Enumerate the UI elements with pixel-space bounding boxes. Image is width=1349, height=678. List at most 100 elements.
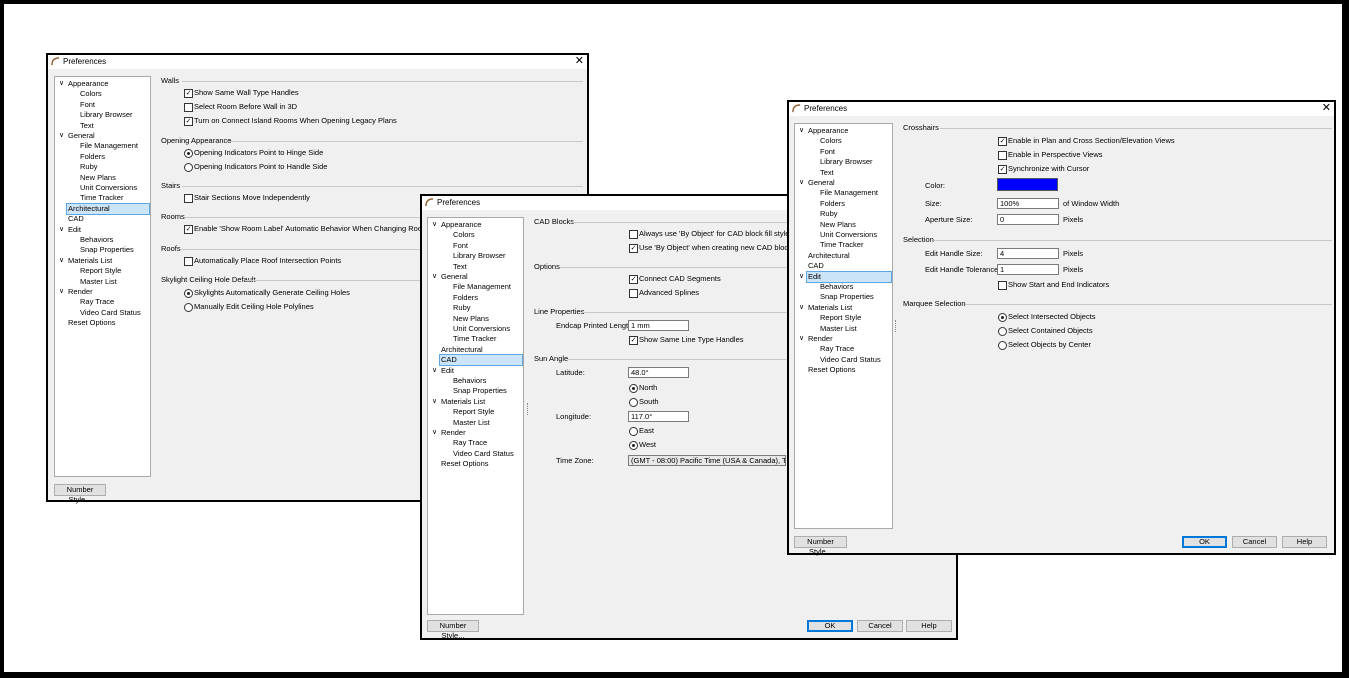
ok-button[interactable]: OK: [807, 620, 853, 632]
title-bar[interactable]: Preferences ✕: [48, 55, 587, 69]
radio-button[interactable]: [629, 427, 638, 436]
chevron-down-icon[interactable]: ∨: [799, 126, 804, 136]
close-icon[interactable]: ✕: [1322, 102, 1331, 115]
checkbox[interactable]: [998, 281, 1007, 290]
tree-item-font[interactable]: Font: [79, 100, 95, 110]
tree-item-file-management[interactable]: File Management: [452, 282, 511, 292]
tree-item-report-style[interactable]: Report Style: [452, 407, 494, 417]
tree-item-video-card-status[interactable]: Video Card Status: [819, 355, 881, 365]
close-icon[interactable]: ✕: [575, 55, 584, 68]
tree-item-library-browser[interactable]: Library Browser: [452, 251, 506, 261]
size-input[interactable]: 100%: [997, 198, 1059, 209]
number-style-button[interactable]: Number Style...: [427, 620, 479, 640]
tree-item-report-style[interactable]: Report Style: [79, 266, 121, 276]
checkbox[interactable]: [184, 103, 193, 112]
tree-item-snap-properties[interactable]: Snap Properties: [819, 292, 874, 302]
tree-item-text[interactable]: Text: [452, 262, 467, 272]
radio-button[interactable]: [184, 149, 193, 158]
chevron-down-icon[interactable]: ∨: [432, 366, 437, 376]
tree-item-video-card-status[interactable]: Video Card Status: [79, 308, 141, 318]
tree-item-ruby[interactable]: Ruby: [79, 162, 98, 172]
tree-item-snap-properties[interactable]: Snap Properties: [79, 245, 134, 255]
radio-button[interactable]: [998, 341, 1007, 350]
aperture-size-input[interactable]: 0: [997, 214, 1059, 225]
tree-item-cad[interactable]: CAD: [807, 261, 824, 271]
category-tree[interactable]: ∨ Appearance Colors Font Library Browser Text…: [427, 217, 524, 615]
checkbox[interactable]: ✓: [184, 225, 193, 234]
tree-item-text[interactable]: Text: [819, 168, 834, 178]
checkbox[interactable]: [184, 194, 193, 203]
splitter-grip[interactable]: [895, 320, 897, 332]
tree-item-ray-trace[interactable]: Ray Trace: [79, 297, 114, 307]
number-style-button[interactable]: Number Style...: [794, 536, 847, 556]
tree-item-reset-options[interactable]: Reset Options: [440, 459, 489, 469]
tree-item-behaviors[interactable]: Behaviors: [819, 282, 853, 292]
splitter-grip[interactable]: [527, 403, 529, 415]
radio-button[interactable]: [629, 384, 638, 393]
tree-item-render[interactable]: Render: [440, 428, 466, 438]
tree-item-folders[interactable]: Folders: [79, 152, 105, 162]
tree-item-behaviors[interactable]: Behaviors: [452, 376, 486, 386]
cancel-button[interactable]: Cancel: [1232, 536, 1277, 548]
checkbox[interactable]: ✓: [998, 137, 1007, 146]
chevron-down-icon[interactable]: ∨: [59, 225, 64, 235]
chevron-down-icon[interactable]: ∨: [799, 178, 804, 188]
tree-item-architectural[interactable]: Architectural: [66, 202, 150, 215]
tree-item-master-list[interactable]: Master List: [452, 418, 490, 428]
tree-item-reset-options[interactable]: Reset Options: [807, 365, 856, 375]
radio-button[interactable]: [998, 313, 1007, 322]
tree-item-materials-list[interactable]: Materials List: [67, 256, 112, 266]
checkbox[interactable]: ✓: [998, 165, 1007, 174]
tree-item-unit-conversions[interactable]: Unit Conversions: [819, 230, 877, 240]
chevron-down-icon[interactable]: ∨: [432, 397, 437, 407]
chevron-down-icon[interactable]: ∨: [432, 220, 437, 230]
chevron-down-icon[interactable]: ∨: [799, 303, 804, 313]
time-zone-select[interactable]: (GMT - 08:00) Pacific Time (USA & Canada…: [628, 455, 786, 466]
category-tree[interactable]: ∨ Appearance Colors Font Library Browser Text…: [54, 76, 151, 477]
chevron-down-icon[interactable]: ∨: [432, 428, 437, 438]
checkbox[interactable]: [184, 257, 193, 266]
endcap-length-input[interactable]: 1 mm: [628, 320, 689, 331]
color-swatch[interactable]: [997, 178, 1058, 191]
tree-item-appearance[interactable]: Appearance: [67, 79, 108, 89]
checkbox[interactable]: ✓: [629, 336, 638, 345]
radio-button[interactable]: [184, 303, 193, 312]
tree-item-colors[interactable]: Colors: [79, 89, 102, 99]
tree-item-ray-trace[interactable]: Ray Trace: [452, 438, 487, 448]
tree-item-behaviors[interactable]: Behaviors: [79, 235, 113, 245]
chevron-down-icon[interactable]: ∨: [59, 79, 64, 89]
checkbox[interactable]: [629, 230, 638, 239]
tree-item-time-tracker[interactable]: Time Tracker: [79, 193, 123, 203]
tree-item-report-style[interactable]: Report Style: [819, 313, 861, 323]
tree-item-folders[interactable]: Folders: [819, 199, 845, 209]
tree-item-master-list[interactable]: Master List: [819, 324, 857, 334]
checkbox[interactable]: [629, 289, 638, 298]
tree-item-new-plans[interactable]: New Plans: [452, 314, 489, 324]
category-tree[interactable]: ∨ Appearance Colors Font Library Browser Text…: [794, 123, 893, 529]
tree-item-snap-properties[interactable]: Snap Properties: [452, 386, 507, 396]
tree-item-appearance[interactable]: Appearance: [440, 220, 481, 230]
chevron-down-icon[interactable]: ∨: [799, 272, 804, 282]
tree-item-unit-conversions[interactable]: Unit Conversions: [79, 183, 137, 193]
tree-item-video-card-status[interactable]: Video Card Status: [452, 449, 514, 459]
longitude-input[interactable]: 117.0°: [628, 411, 689, 422]
tree-item-colors[interactable]: Colors: [819, 136, 842, 146]
tree-item-colors[interactable]: Colors: [452, 230, 475, 240]
tree-item-unit-conversions[interactable]: Unit Conversions: [452, 324, 510, 334]
help-button[interactable]: Help: [906, 620, 952, 632]
radio-button[interactable]: [629, 441, 638, 450]
tree-item-materials-list[interactable]: Materials List: [440, 397, 485, 407]
tree-item-font[interactable]: Font: [819, 147, 835, 157]
edit-handle-size-input[interactable]: 4: [997, 248, 1059, 259]
tree-item-file-management[interactable]: File Management: [819, 188, 878, 198]
radio-button[interactable]: [998, 327, 1007, 336]
tree-item-render[interactable]: Render: [807, 334, 833, 344]
help-button[interactable]: Help: [1282, 536, 1327, 548]
checkbox[interactable]: ✓: [184, 89, 193, 98]
tree-item-file-management[interactable]: File Management: [79, 141, 138, 151]
chevron-down-icon[interactable]: ∨: [799, 334, 804, 344]
checkbox[interactable]: ✓: [184, 117, 193, 126]
ok-button[interactable]: OK: [1182, 536, 1227, 548]
cancel-button[interactable]: Cancel: [857, 620, 903, 632]
number-style-button[interactable]: Number Style...: [54, 484, 106, 504]
